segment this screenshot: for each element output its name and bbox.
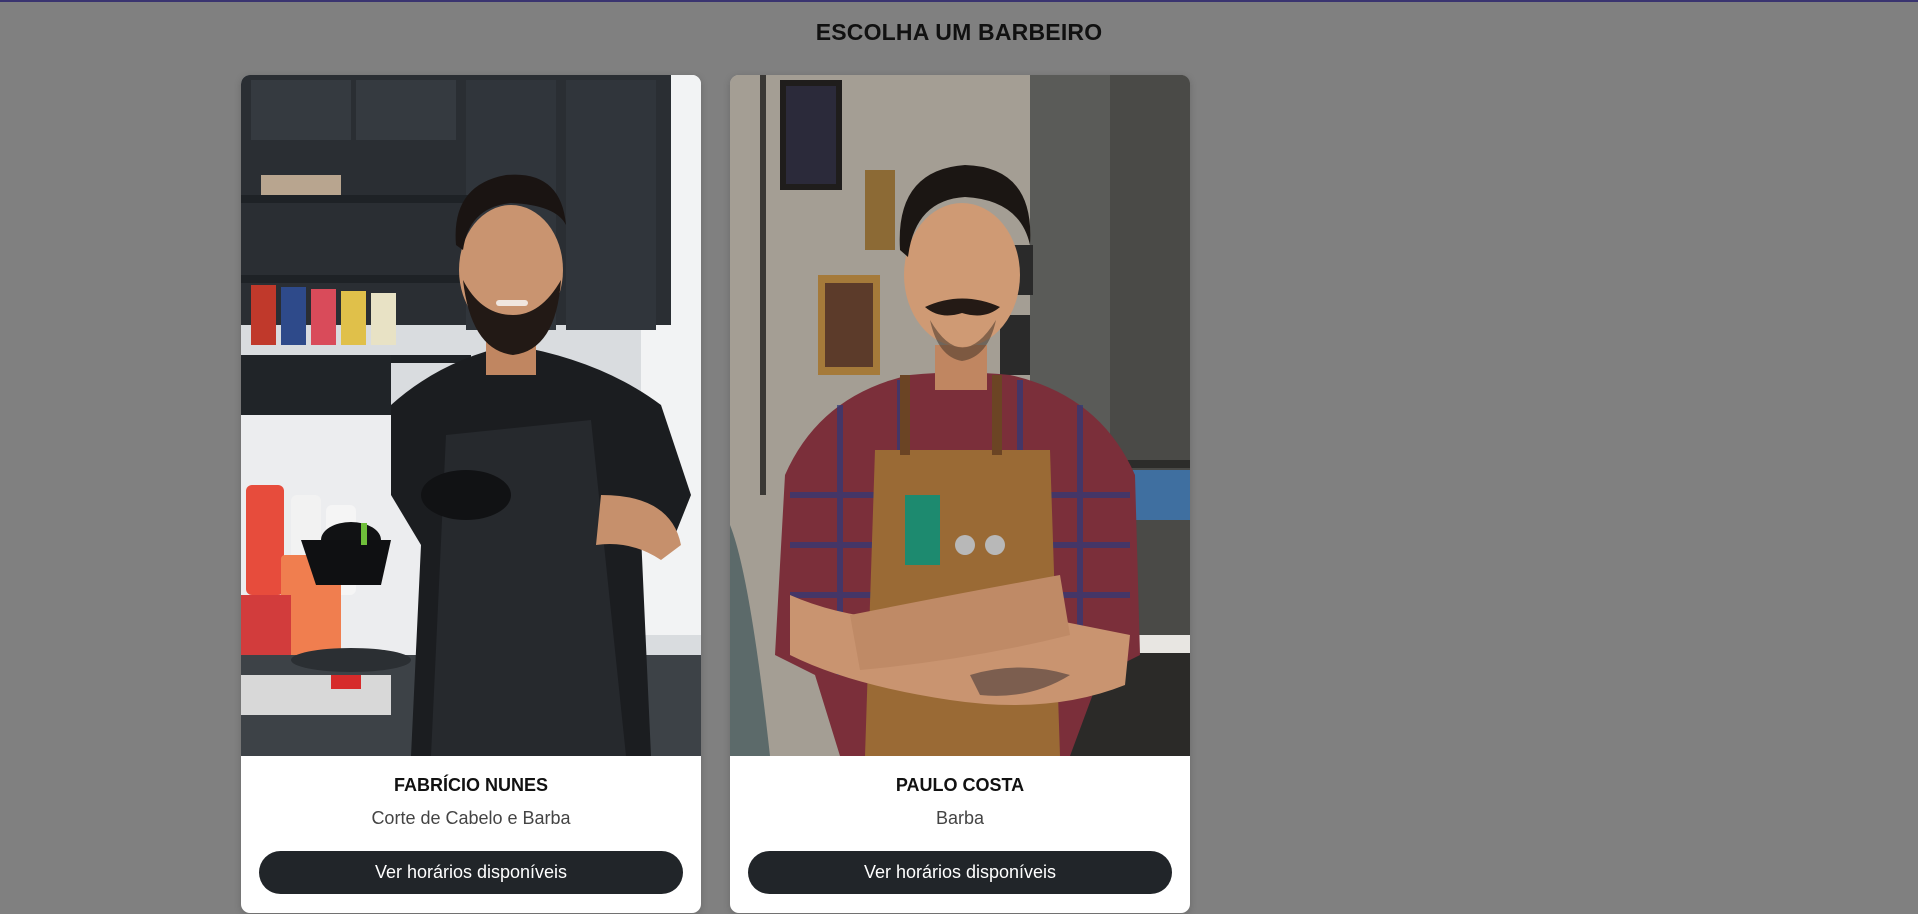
barber-photo [730,75,1190,756]
barber-specialty: Barba [935,808,985,828]
barber-name: FABRÍCIO NUNES [393,775,548,795]
barber-card: PAULO COSTA Barba Ver horários disponíve… [730,75,1190,913]
view-available-times-button[interactable]: Ver horários disponíveis [748,851,1172,894]
barber-specialty: Corte de Cabelo e Barba [371,808,571,828]
barber-name: PAULO COSTA [895,775,1025,795]
barber-card: FABRÍCIO NUNES Corte de Cabelo e Barba V… [241,75,701,913]
page-title: ESCOLHA UM BARBEIRO [815,19,1103,45]
view-available-times-button[interactable]: Ver horários disponíveis [259,851,683,894]
barber-photo [241,75,701,756]
